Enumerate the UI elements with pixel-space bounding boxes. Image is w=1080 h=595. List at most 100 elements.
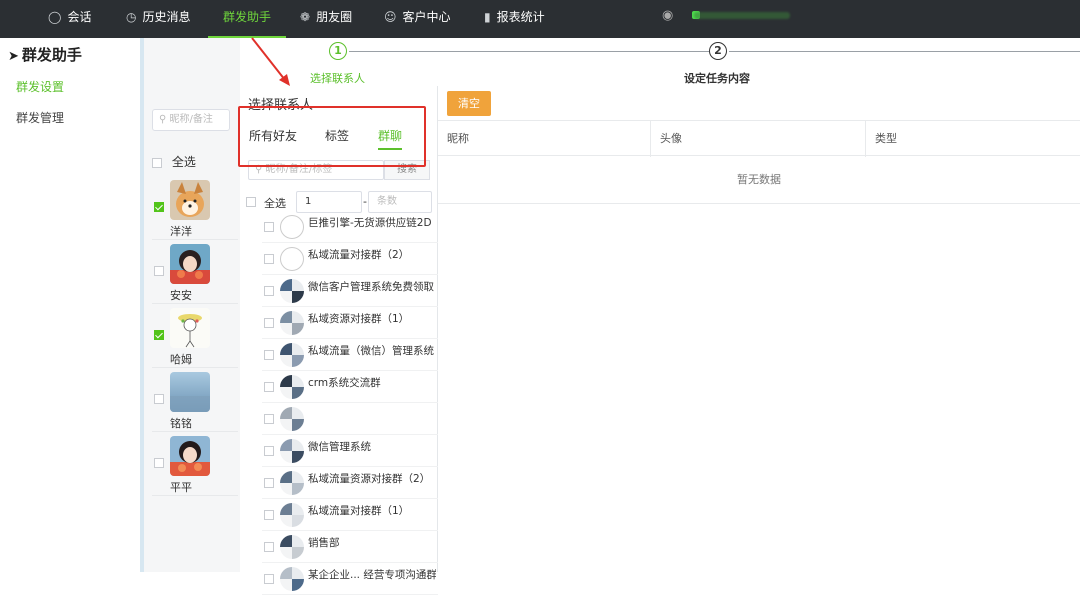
nav-item-history[interactable]: ◷ 历史消息 xyxy=(126,0,191,38)
group-name: 微信管理系统 xyxy=(308,441,371,453)
account-item-yangyang[interactable]: 洋洋 xyxy=(152,176,238,240)
group-chat-item[interactable]: 巨推引擎-无货源供应链2D xyxy=(262,211,438,243)
group-chat-item[interactable]: 私域流量资源对接群（2） xyxy=(262,467,438,499)
group-avatar xyxy=(280,311,304,335)
group-avatar xyxy=(280,407,304,431)
top-nav-bar: ◯ 会话 ◷ 历史消息 群发助手 ❁ 朋友圈 ☺ 客户中心 ▮ 报表统计 ◉ xyxy=(0,0,1080,38)
search-icon: ⚲ xyxy=(255,164,266,175)
checkbox[interactable] xyxy=(264,286,274,296)
group-name: 私域流量对接群（2） xyxy=(308,249,410,261)
tab-tags[interactable]: 标签 xyxy=(325,127,349,144)
checkbox[interactable] xyxy=(264,414,274,424)
group-chat-item[interactable] xyxy=(262,403,438,435)
group-name: 私域流量资源对接群（2） xyxy=(308,473,431,485)
group-chat-item[interactable]: 私域资源对接群（1） xyxy=(262,307,438,339)
column-avatar: 头像 xyxy=(651,121,866,157)
nav-item-mass-send[interactable]: 群发助手 xyxy=(208,0,287,38)
checkbox[interactable] xyxy=(154,458,164,468)
checkbox[interactable] xyxy=(264,446,274,456)
contacts-title: 选择联系人 xyxy=(248,98,314,113)
checkbox[interactable] xyxy=(154,202,164,212)
checkbox[interactable] xyxy=(264,478,274,488)
step-connector xyxy=(349,51,709,52)
account-item-mingming[interactable]: 铭铭 xyxy=(152,368,238,432)
column-nickname: 昵称 xyxy=(438,121,651,157)
group-avatar xyxy=(280,567,304,591)
nav-item-chat[interactable]: ◯ 会话 xyxy=(48,0,91,38)
group-avatar xyxy=(280,247,304,271)
avatar xyxy=(170,436,210,476)
checkbox[interactable] xyxy=(154,266,164,276)
group-name: crm系统交流群 xyxy=(308,377,381,389)
menu-title: ➤ 群发助手 xyxy=(8,46,82,64)
group-avatar xyxy=(280,535,304,559)
clear-button[interactable]: 清空 xyxy=(447,91,491,116)
checkbox[interactable] xyxy=(264,510,274,520)
group-avatar xyxy=(280,503,304,527)
nav-item-reports[interactable]: ▮ 报表统计 xyxy=(484,0,545,38)
account-item-pingping[interactable]: 平平 xyxy=(152,432,238,496)
menu-item-mass-manage[interactable]: 群发管理 xyxy=(16,109,64,126)
group-chat-item[interactable]: 微信管理系统 xyxy=(262,435,438,467)
account-item-anan[interactable]: 安安 xyxy=(152,240,238,304)
checkbox[interactable] xyxy=(152,157,162,168)
account-search-input[interactable]: ⚲ 昵称/备注 xyxy=(152,109,230,131)
user-name-blurred[interactable] xyxy=(694,12,790,19)
checkbox[interactable] xyxy=(154,330,164,340)
group-avatar xyxy=(280,471,304,495)
group-avatar xyxy=(280,215,304,239)
database-icon[interactable]: ◉ xyxy=(662,8,673,26)
nav-item-moments[interactable]: ❁ 朋友圈 xyxy=(300,0,352,38)
checkbox[interactable] xyxy=(246,197,256,207)
checkbox[interactable] xyxy=(264,254,274,264)
avatar xyxy=(170,244,210,284)
table-header: 昵称 头像 类型 xyxy=(438,120,1080,157)
avatar xyxy=(170,308,210,348)
contact-search-button[interactable]: 搜索 xyxy=(384,160,430,180)
nav-item-customers[interactable]: ☺ 客户中心 xyxy=(384,0,451,38)
avatar xyxy=(170,180,210,220)
step-connector xyxy=(729,51,1080,52)
step-2-label: 设定任务内容 xyxy=(684,72,750,85)
checkbox[interactable] xyxy=(264,350,274,360)
group-name: 私域资源对接群（1） xyxy=(308,313,410,325)
group-avatar xyxy=(280,343,304,367)
column-type: 类型 xyxy=(875,132,897,145)
group-chat-item[interactable]: 私域流量对接群（2） xyxy=(262,243,438,275)
group-name: 巨推引擎-无货源供应链2D xyxy=(308,217,432,229)
account-select-all[interactable]: 全选 xyxy=(152,153,196,170)
step-1-circle: 1 xyxy=(329,42,347,60)
checkbox[interactable] xyxy=(264,382,274,392)
left-menu: ➤ 群发助手 群发设置 群发管理 xyxy=(0,38,140,572)
step-indicator: 1 2 选择联系人 设定任务内容 xyxy=(240,38,1080,86)
group-chat-item[interactable]: 某企企业... 经营专项沟通群 xyxy=(262,563,438,595)
group-chat-item[interactable]: 私域流量（微信）管理系统 xyxy=(262,339,438,371)
chat-icon: ◯ xyxy=(48,10,62,24)
account-item-hamu[interactable]: 哈姆 xyxy=(152,304,238,368)
checkbox[interactable] xyxy=(154,394,164,404)
checkbox[interactable] xyxy=(264,542,274,552)
range-from-input[interactable]: 1 xyxy=(296,191,362,213)
group-name: 私域流量（微信）管理系统 xyxy=(308,345,434,357)
group-chat-item[interactable]: 私域流量对接群（1） xyxy=(262,499,438,531)
group-chat-item[interactable]: 销售部 xyxy=(262,531,438,563)
contact-search-input[interactable]: ⚲ 昵称/备注/标签 xyxy=(248,160,384,180)
aperture-icon: ❁ xyxy=(300,10,311,24)
group-chat-item[interactable]: crm系统交流群 xyxy=(262,371,438,403)
send-icon: ➤ xyxy=(8,49,19,64)
search-icon: ⚲ xyxy=(159,114,170,125)
menu-item-mass-settings[interactable]: 群发设置 xyxy=(16,78,64,95)
checkbox[interactable] xyxy=(264,574,274,584)
group-name: 微信客户管理系统免费领取 xyxy=(308,281,434,293)
empty-state: 暂无数据 xyxy=(438,156,1080,204)
tab-group-chats[interactable]: 群聊 xyxy=(378,127,402,144)
checkbox[interactable] xyxy=(264,318,274,328)
tab-underline xyxy=(378,148,402,150)
group-name: 私域流量对接群（1） xyxy=(308,505,410,517)
user-icon: ☺ xyxy=(384,10,397,24)
checkbox[interactable] xyxy=(264,222,274,232)
avatar xyxy=(170,372,210,412)
group-chat-item[interactable]: 微信客户管理系统免费领取 xyxy=(262,275,438,307)
tab-all-friends[interactable]: 所有好友 xyxy=(249,127,297,144)
range-to-input[interactable]: 条数 xyxy=(368,191,432,213)
